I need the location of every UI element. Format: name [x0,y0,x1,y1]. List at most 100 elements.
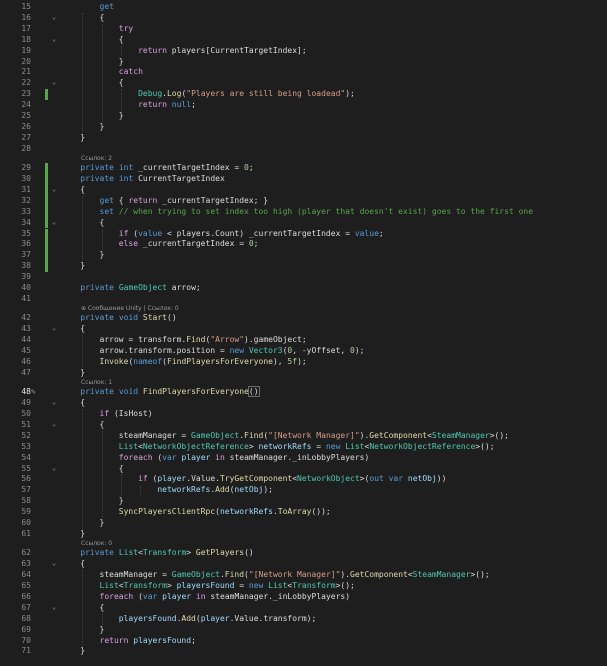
code-text[interactable]: { [61,559,85,568]
code-text[interactable]: private int _currentTargetIndex = 0; [61,163,253,172]
code-line[interactable]: 51 ⌄ { [0,420,607,431]
code-text[interactable]: { [61,35,124,44]
code-text[interactable]: foreach (var player in steamManager._inL… [61,592,351,601]
code-line[interactable]: 36 else _currentTargetIndex = 0; [0,239,607,251]
code-line[interactable]: 56 if (player.Value.TryGetComponent<Netw… [0,474,607,485]
code-line[interactable]: 27 } [0,133,607,144]
code-line[interactable]: 66 foreach (var player in steamManager._… [0,592,607,603]
code-text[interactable]: steamManager = GameObject.Find("[Network… [61,431,509,440]
code-text[interactable]: { [61,185,85,194]
code-text[interactable]: else _currentTargetIndex = 0; [61,239,259,248]
code-text[interactable]: { [61,464,124,473]
code-line[interactable]: 39 [0,272,607,283]
code-text[interactable]: return null; [61,100,196,109]
codelens-annotation[interactable]: Ссылок: 1 [81,379,112,386]
code-line[interactable]: 30 private int CurrentTargetIndex [0,174,607,185]
code-line[interactable]: 52 steamManager = GameObject.Find("[Netw… [0,431,607,442]
code-line[interactable]: 47 } [0,368,607,379]
code-line[interactable]: 48 ✎ private void FindPlayersForEveryone(… [0,386,607,398]
code-line[interactable]: 18 ⌄ { [0,35,607,46]
code-line[interactable]: 24 return null; [0,100,607,111]
quick-action-pencil-icon[interactable]: ✎ [31,387,40,396]
code-line[interactable]: 21 catch [0,67,607,78]
code-line[interactable]: 54 foreach (var player in steamManager._… [0,453,607,464]
code-line[interactable]: 46 Invoke(nameof(FindPlayersForEveryone)… [0,357,607,368]
code-line[interactable]: 33 set // when trying to set index too h… [0,206,607,218]
code-text[interactable]: } [61,133,85,142]
code-line[interactable]: 28 [0,144,607,155]
fold-chevron-icon[interactable]: ⌄ [52,398,58,406]
fold-chevron-icon[interactable]: ⌄ [52,324,58,332]
code-line[interactable]: 22 ⌄ { [0,78,607,89]
fold-chevron-icon[interactable]: ⌄ [52,464,58,472]
code-text[interactable]: set // when trying to set index too high… [61,207,534,216]
code-line[interactable]: 49 ⌄ { [0,398,607,409]
code-text[interactable]: foreach (var player in steamManager._inL… [61,453,370,462]
code-line[interactable]: 50 if (IsHost) [0,409,607,420]
code-line[interactable]: 32 get { return _currentTargetIndex; } [0,195,607,207]
fold-chevron-icon[interactable]: ⌄ [52,218,58,226]
fold-chevron-icon[interactable]: ⌄ [52,35,58,43]
code-line[interactable]: 42 private void Start() [0,313,607,324]
code-line[interactable]: 55 ⌄ { [0,464,607,475]
code-line[interactable]: 59 SyncPlayersClientRpc(networkRefs.ToAr… [0,507,607,518]
fold-chevron-icon[interactable]: ⌄ [52,185,58,193]
code-line[interactable]: 35 if (value < players.Count) _currentTa… [0,228,607,240]
code-line[interactable]: 41 [0,294,607,305]
code-text[interactable]: private void FindPlayersForEveryone() [61,386,260,398]
code-text[interactable]: arrow.transform.position = new Vector3(0… [61,346,365,355]
code-line[interactable]: 67 ⌄ { [0,603,607,614]
code-text[interactable]: List<NetworkObjectReference> networkRefs… [61,442,495,451]
code-line[interactable]: 15 get [0,2,607,13]
code-line[interactable]: 23 Debug.Log("Players are still being lo… [0,89,607,101]
code-line[interactable]: 69 } [0,625,607,636]
code-text[interactable]: if (value < players.Count) _currentTarge… [61,229,384,238]
code-text[interactable]: steamManager = GameObject.Find("[Network… [61,570,490,579]
fold-chevron-icon[interactable]: ⌄ [52,420,58,428]
code-text[interactable]: networkRefs.Add(netObj); [61,485,273,494]
code-line[interactable]: 58 } [0,496,607,507]
code-line[interactable]: 62 private List<Transform> GetPlayers() [0,548,607,559]
code-text[interactable]: get [61,2,114,11]
code-text[interactable]: playersFound.Add(player.Value.transform)… [61,614,317,623]
code-line[interactable]: 53 List<NetworkObjectReference> networkR… [0,442,607,453]
code-text[interactable]: } [61,57,124,66]
code-line[interactable]: 34 ⌄ { [0,217,607,229]
code-line[interactable]: 25 } [0,111,607,122]
code-text[interactable]: return playersFound; [61,636,196,645]
code-text[interactable]: } [61,646,85,655]
codelens-annotation[interactable]: Ссылок: 2 [81,155,112,162]
code-line[interactable]: 60 } [0,518,607,529]
code-line[interactable]: 40 private GameObject arrow; [0,283,607,294]
code-text[interactable]: { [61,78,124,87]
code-text[interactable]: } [61,261,85,270]
code-line[interactable]: 57 networkRefs.Add(netObj); [0,485,607,496]
code-line[interactable]: 63 ⌄ { [0,559,607,570]
code-text[interactable]: get { return _currentTargetIndex; } [61,196,269,205]
fold-chevron-icon[interactable]: ⌄ [52,78,58,86]
fold-chevron-icon[interactable]: ⌄ [52,559,58,567]
code-text[interactable]: if (IsHost) [61,409,153,418]
code-text[interactable]: { [61,398,85,407]
codelens-annotation[interactable]: ⊕ Сообщение Unity | Ссылок: 0 [81,305,179,312]
code-text[interactable]: Invoke(nameof(FindPlayersForEveryone), 5… [61,357,307,366]
code-line[interactable]: 38 } [0,261,607,273]
code-line[interactable]: 17 try [0,24,607,35]
code-line[interactable]: 44 arrow = transform.Find("Arrow").gameO… [0,335,607,346]
code-text[interactable]: private GameObject arrow; [61,283,200,292]
codelens-annotation[interactable]: Ссылок: 0 [81,540,112,547]
code-line[interactable]: 65 List<Transform> playersFound = new Li… [0,581,607,592]
code-line[interactable]: 29 private int _currentTargetIndex = 0; [0,163,607,174]
code-text[interactable]: private List<Transform> GetPlayers() [61,548,253,557]
code-text[interactable]: arrow = transform.Find("Arrow").gameObje… [61,335,307,344]
code-text[interactable]: } [61,368,85,377]
fold-chevron-icon[interactable]: ⌄ [52,13,58,21]
code-line[interactable]: 43 ⌄ { [0,324,607,335]
code-line[interactable]: 64 steamManager = GameObject.Find("[Netw… [0,570,607,581]
code-line[interactable]: 26 } [0,122,607,133]
code-line[interactable]: 71 } [0,646,607,657]
code-line[interactable]: 61 } [0,529,607,540]
code-line[interactable]: 31 ⌄ { [0,184,607,196]
code-line[interactable]: 68 playersFound.Add(player.Value.transfo… [0,614,607,625]
code-line[interactable]: 20 } [0,57,607,68]
